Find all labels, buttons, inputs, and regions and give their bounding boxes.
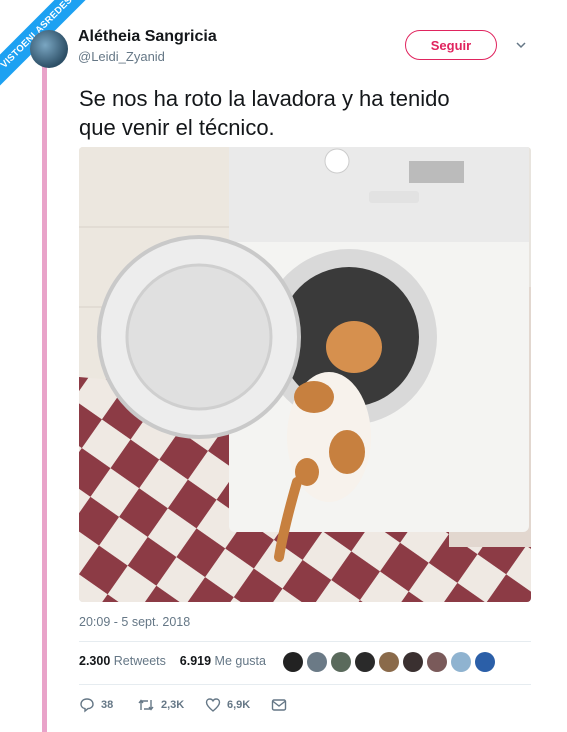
author-handle[interactable]: @Leidi_Zyanid	[78, 49, 165, 64]
liker-avatar[interactable]	[379, 652, 399, 672]
heart-icon	[205, 698, 221, 712]
divider	[79, 684, 531, 685]
liker-avatar[interactable]	[283, 652, 303, 672]
liker-avatar[interactable]	[403, 652, 423, 672]
reply-icon	[80, 698, 94, 713]
direct-message-button[interactable]	[271, 698, 287, 712]
retweet-count: 2,3K	[161, 699, 185, 711]
liker-avatar[interactable]	[355, 652, 375, 672]
likes-count[interactable]: 6.919	[180, 654, 211, 668]
follow-button[interactable]: Seguir	[405, 30, 497, 60]
engagement-stats: 2.300 Retweets 6.919 Me gusta	[79, 654, 266, 668]
retweets-label[interactable]: Retweets	[114, 654, 166, 668]
cat-washing-machine-image	[79, 147, 531, 602]
liker-avatar[interactable]	[451, 652, 471, 672]
reply-count: 38	[101, 699, 114, 711]
like-button[interactable]: 6,9K	[205, 697, 271, 713]
retweet-button[interactable]: 2,3K	[137, 697, 205, 713]
like-count: 6,9K	[227, 699, 251, 711]
retweet-icon	[138, 699, 154, 711]
liker-avatars	[283, 652, 495, 672]
side-accent-bar	[42, 40, 47, 732]
chevron-down-icon[interactable]	[514, 38, 528, 52]
avatar[interactable]	[30, 30, 68, 68]
liker-avatar[interactable]	[427, 652, 447, 672]
likes-label[interactable]: Me gusta	[215, 654, 266, 668]
tweet-text-line-2: que venir el técnico.	[79, 115, 275, 140]
envelope-icon	[271, 699, 287, 711]
retweets-count[interactable]: 2.300	[79, 654, 110, 668]
tweet-actions: 38 2,3K 6,9K	[79, 697, 287, 713]
liker-avatar[interactable]	[475, 652, 495, 672]
divider	[79, 641, 531, 642]
tweet-text-line-1: Se nos ha roto la lavadora y ha tenido	[79, 86, 450, 111]
liker-avatar[interactable]	[331, 652, 351, 672]
timestamp[interactable]: 20:09 - 5 sept. 2018	[79, 615, 190, 629]
author-name[interactable]: Alétheia Sangricia	[78, 28, 217, 46]
reply-button[interactable]: 38	[79, 697, 137, 713]
tweet-photo[interactable]	[79, 147, 531, 602]
tweet-text: Se nos ha roto la lavadora y ha tenido q…	[79, 84, 539, 142]
liker-avatar[interactable]	[307, 652, 327, 672]
